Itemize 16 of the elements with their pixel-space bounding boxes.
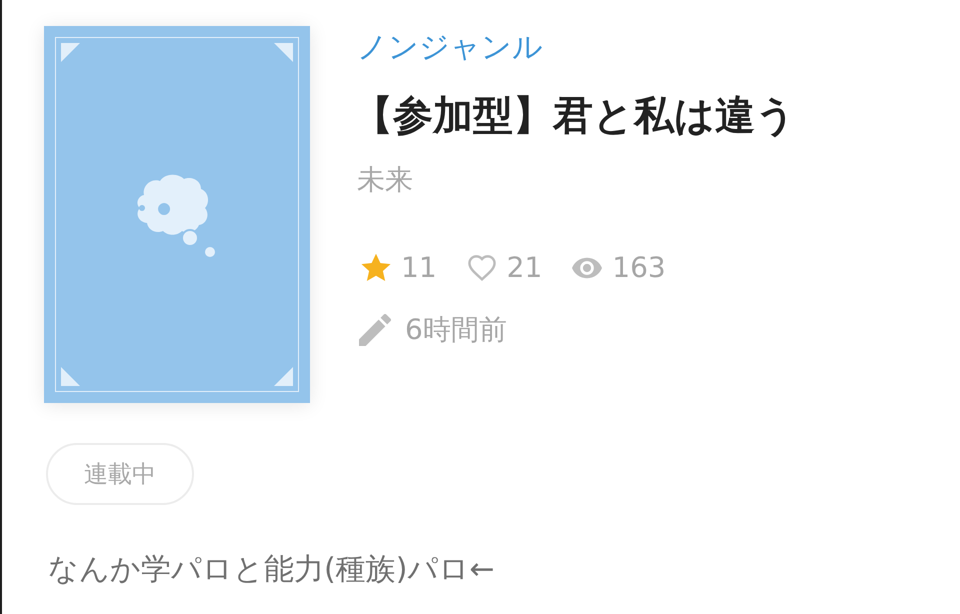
genre-link[interactable]: ノンジャンル (357, 26, 543, 70)
author-name[interactable]: 未来 (357, 160, 413, 200)
corner-ornament-icon (61, 367, 80, 386)
corner-ornament-icon (61, 43, 80, 62)
description-text: なんか学パロと能力(種族)パロ← (48, 551, 495, 589)
stat-count: 163 (612, 250, 666, 286)
star-icon (361, 253, 391, 283)
pencil-icon (359, 314, 391, 346)
corner-ornament-icon (274, 367, 293, 386)
status-tag: 連載中 (46, 443, 194, 505)
stat-count: 11 (401, 250, 437, 286)
updated-time: 6時間前 (405, 312, 507, 348)
heart-icon (466, 253, 497, 283)
stat-count: 21 (506, 250, 542, 286)
work-title: 【参加型】君と私は違う (353, 92, 796, 141)
corner-ornament-icon (274, 43, 293, 62)
